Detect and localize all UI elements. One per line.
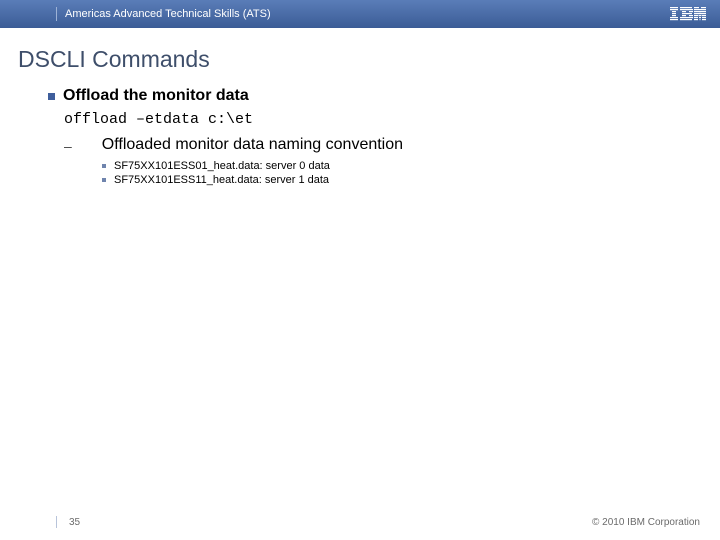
page-number: 35 xyxy=(69,517,80,528)
header-bar: Americas Advanced Technical Skills (ATS) xyxy=(0,0,720,28)
dot-bullet-icon xyxy=(102,164,106,168)
code-command: offload –etdata c:\et xyxy=(64,111,680,128)
ibm-logo-icon xyxy=(670,7,706,21)
copyright-text: © 2010 IBM Corporation xyxy=(592,517,700,528)
sub-bullet-text: Offloaded monitor data naming convention xyxy=(102,136,403,154)
square-bullet-icon xyxy=(48,93,55,100)
footer: 35 © 2010 IBM Corporation xyxy=(0,516,720,528)
dot-bullet-icon xyxy=(102,178,106,182)
slide-title: DSCLI Commands xyxy=(18,46,720,73)
sub-item-text: SF75XX101ESS01_heat.data: server 0 data xyxy=(114,160,330,172)
bullet-main-text: Offload the monitor data xyxy=(63,87,249,105)
bullet-level-1: Offload the monitor data xyxy=(48,87,680,105)
sub-item-text: SF75XX101ESS11_heat.data: server 1 data xyxy=(114,174,329,186)
dash-bullet-icon: – xyxy=(64,138,72,154)
header-org-title: Americas Advanced Technical Skills (ATS) xyxy=(65,8,670,20)
header-divider xyxy=(56,7,57,21)
bullet-level-2: – Offloaded monitor data naming conventi… xyxy=(64,136,680,154)
footer-divider xyxy=(56,516,57,528)
slide-body: Offload the monitor data offload –etdata… xyxy=(48,87,680,186)
bullet-level-3: SF75XX101ESS01_heat.data: server 0 data xyxy=(102,160,680,172)
bullet-level-3: SF75XX101ESS11_heat.data: server 1 data xyxy=(102,174,680,186)
